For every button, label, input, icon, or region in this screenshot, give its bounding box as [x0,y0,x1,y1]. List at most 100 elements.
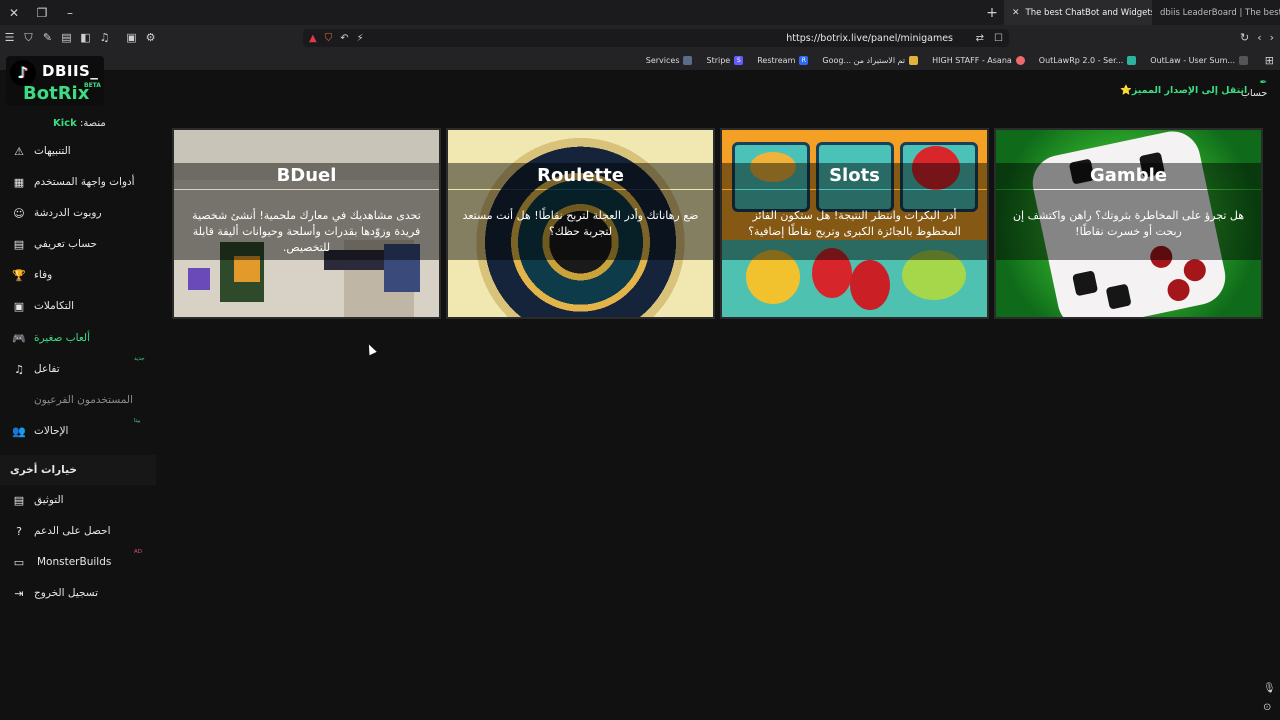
minigames-grid: BDuel تحدى مشاهديك في معارك ملحمية! أنشئ… [172,128,1264,319]
game-title: BDuel [174,163,439,189]
account-menu[interactable]: ✒ حساب [1241,78,1267,99]
pin-icon[interactable]: ✎ [38,25,57,50]
game-card-gamble[interactable]: Gamble هل تجرؤ على المخاطرة بثروتك؟ راهن… [994,128,1263,319]
address-bar[interactable]: ▲ ⛉ ↶ ⚡ https://botrix.live/panel/miniga… [303,29,1009,47]
restore-window-icon[interactable]: ❐ [28,0,56,25]
id-card-icon: ▤ [13,237,25,251]
grid-icon[interactable]: ⊞ [1265,54,1274,67]
back-history-icon[interactable]: ↶ [340,33,348,44]
platform-value[interactable]: Kick [53,118,77,129]
book-icon: ▤ [13,493,25,507]
logo-username: DBIIS_ [42,62,99,80]
bookmark-outlawrp[interactable]: OutLawRp 2.0 - Ser... [1039,55,1137,65]
game-card-slots[interactable]: Slots أدر البكرات وانتظر النتيجة! هل ستك… [720,128,989,319]
restream-icon: R [799,55,809,65]
laptop-icon: ▭ [13,555,25,569]
beta-badge: بيتا [134,418,141,424]
sidebar-item-widgets[interactable]: ▦ أدوات واجهة المستخدم [0,167,156,197]
screenshot-icon[interactable]: ▣ [122,25,141,50]
platform-indicator: منصة: Kick [53,118,106,129]
tabs-icon[interactable]: ▤ [57,25,76,50]
account-label: حساب [1241,88,1268,99]
sidebar-item-referrals[interactable]: 👥 الإحالات بيتا [0,416,156,446]
question-icon: ? [16,524,22,538]
minimize-window-icon[interactable]: – [56,0,84,25]
game-title: Roulette [448,163,713,189]
bookmark-stripe[interactable]: Stripe S [706,55,744,65]
back-icon[interactable]: ‹ [1257,31,1261,44]
gamepad-icon: 🎮 [12,331,26,345]
integrations-icon: ▣ [13,299,25,313]
new-tab-button[interactable]: + [980,5,1004,21]
nav-buttons: ↻ ‹ › [1240,25,1274,50]
bookmark-restream[interactable]: Restream R [757,55,809,65]
extensions-icon[interactable]: ⚙ [141,25,160,50]
bookmark-outlaw-user[interactable]: OutLaw - User Sum... [1150,55,1248,65]
brave-shield-icon[interactable]: ⛉ [325,33,333,44]
menu-icon[interactable]: ☰ [0,25,19,50]
sidebar-item-logout[interactable]: ⇥ تسجيل الخروج [0,578,156,608]
ad-badge: AD [134,549,142,555]
botrix-logo[interactable]: ♪ DBIIS_ BotRix BETA [6,56,104,106]
game-title: Gamble [996,163,1261,189]
folder-icon [909,55,919,65]
sidebar-item-profile[interactable]: ▤ حساب تعريفي [0,229,156,259]
tab-botrix-active[interactable]: ✕ The best ChatBot and Widgets f ◆ [1004,0,1152,25]
game-card-roulette[interactable]: Roulette ضع رهاناتك وأدر العجلة لتربح نق… [446,128,715,319]
sidebar-item-alerts[interactable]: ⚠ التنبيهات [0,136,156,166]
sidebar-item-loyalty[interactable]: 🏆 وفاء [0,260,156,290]
bookmark-services[interactable]: Services [646,55,693,65]
bookmark-asana[interactable]: HIGH STAFF - Asana [932,55,1025,65]
microphone-icon[interactable]: 🎙 [1263,683,1276,694]
url-text[interactable]: https://botrix.live/panel/minigames [786,33,953,44]
robot-icon: ☺ [13,206,25,220]
sidebar: منصة: Kick ⚠ التنبيهات ▦ أدوات واجهة الم… [0,112,156,720]
sidebar-item-sub-users[interactable]: المستخدمون الفرعيون [0,385,156,415]
bookmark-google-folder[interactable]: Goog... تم الاستيراد من [822,55,919,65]
sidebar-item-monsterbuilds[interactable]: ▭ MonsterBuilds AD [0,547,156,577]
sidebar-item-get-support[interactable]: ? احصل على الدعم [0,516,156,546]
premium-upgrade-link[interactable]: انتقل إلى الإصدار المميز⭐ [1120,85,1247,96]
shield-icon[interactable]: ⛉ [19,25,38,50]
other-options-header: خيارات أخرى [0,455,156,485]
close-tab-icon[interactable]: ✕ [1012,8,1020,18]
game-description: تحدى مشاهديك في معارك ملحمية! أنشئ شخصية… [174,190,439,260]
tab-leaderboard[interactable]: dbiis LeaderBoard | The best ChatBot [1152,0,1280,25]
bookmark-icon[interactable]: ☐ [994,33,1003,44]
sidebar-item-integrations[interactable]: ▣ التكاملات [0,291,156,321]
music-icon[interactable]: ♫ [95,25,114,50]
music-note-icon: ♫ [14,362,24,376]
outlaw-icon [1239,55,1248,65]
bookmarks-bar: Services Stripe S Restream R Goog... تم ال… [0,50,1280,70]
pen-icon: ✒ [1259,78,1268,88]
sidebar-item-documentation[interactable]: ▤ التوثيق [0,485,156,515]
page-header [0,70,1280,112]
game-description: أدر البكرات وانتظر النتيجة! هل ستكون الف… [722,190,987,260]
trophy-icon: 🏆 [12,268,26,282]
sidebar-item-interaction[interactable]: ♫ تفاعل جديد [0,354,156,384]
game-card-bduel[interactable]: BDuel تحدى مشاهديك في معارك ملحمية! أنشئ… [172,128,441,319]
translate-icon[interactable]: ⚡ [357,33,364,44]
settings-icon[interactable]: ⊙ [1263,702,1271,713]
game-description: هل تجرؤ على المخاطرة بثروتك؟ راهن واكتشف… [996,190,1261,260]
tab-title: dbiis LeaderBoard | The best ChatBot [1160,7,1280,18]
asana-icon [1015,55,1025,65]
sidebar-item-minigames[interactable]: 🎮 ألعاب صغيرة [0,323,156,353]
site-settings-icon[interactable]: ⇄ [976,33,984,44]
users-icon: 👥 [12,424,26,438]
alert-icon: ⚠ [14,144,24,158]
game-title: Slots [722,163,987,189]
reload-icon[interactable]: ↻ [1240,31,1249,44]
new-badge: جديد [134,356,145,362]
mouse-cursor-icon [365,342,377,356]
tab-title: The best ChatBot and Widgets f [1025,7,1152,18]
warning-icon[interactable]: ▲ [309,33,317,44]
close-window-icon[interactable]: ✕ [0,0,28,25]
stripe-icon: S [734,55,744,65]
sidebar-icon[interactable]: ◧ [76,25,95,50]
sidebar-item-chatbot[interactable]: ☺ روبوت الدردشة [0,198,156,228]
forward-icon[interactable]: › [1270,31,1274,44]
game-description: ضع رهاناتك وأدر العجلة لتربح نقاطًا! هل … [448,190,713,260]
outlawrp-icon [1127,55,1137,65]
browser-tab-bar: ✕ ❐ – + ✕ The best ChatBot and Widgets f… [0,0,1280,25]
